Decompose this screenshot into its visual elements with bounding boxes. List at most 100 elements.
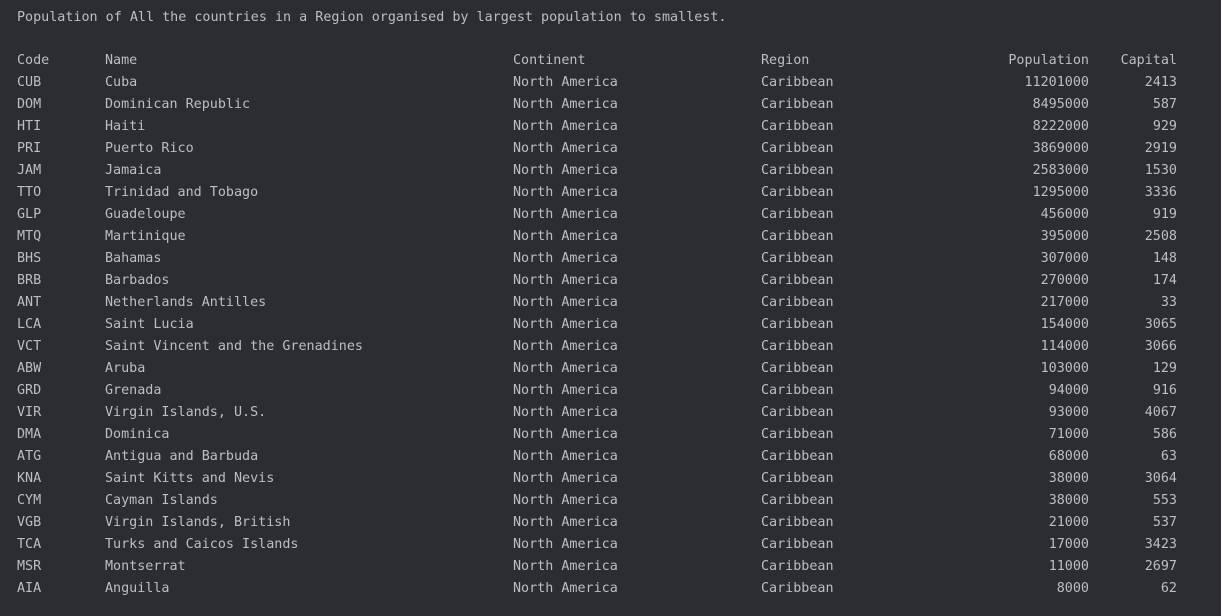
cell-capital: 586	[1152, 427, 1177, 442]
table-body: CUB Cuba North America Caribbean 11201000 241…	[0, 72, 1221, 600]
cell-code: PRI	[17, 141, 42, 156]
cell-name: Jamaica	[105, 163, 162, 178]
cell-name: Cuba	[105, 75, 138, 90]
cell-capital: 1530	[1144, 163, 1177, 178]
table-row: HTI Haiti North America Caribbean 8222000 929	[0, 116, 1221, 138]
cell-code: GRD	[17, 383, 42, 398]
cell-continent: North America	[513, 581, 618, 596]
cell-code: JAM	[17, 163, 42, 178]
cell-region: Caribbean	[761, 383, 834, 398]
cell-region: Caribbean	[761, 163, 834, 178]
cell-name: Haiti	[105, 119, 146, 134]
cell-continent: North America	[513, 163, 618, 178]
cell-population: 8222000	[1032, 119, 1089, 134]
cell-region: Caribbean	[761, 75, 834, 90]
cell-region: Caribbean	[761, 449, 834, 464]
cell-population: 3869000	[1032, 141, 1089, 156]
cell-population: 11000	[1048, 559, 1089, 574]
cell-capital: 3064	[1144, 471, 1177, 486]
cell-name: Saint Kitts and Nevis	[105, 471, 275, 486]
cell-continent: North America	[513, 75, 618, 90]
table-row: VIR Virgin Islands, U.S. North America Cari…	[0, 402, 1221, 424]
cell-name: Grenada	[105, 383, 162, 398]
cell-code: AIA	[17, 581, 42, 596]
cell-name: Anguilla	[105, 581, 170, 596]
table-row: KNA Saint Kitts and Nevis North America Car…	[0, 468, 1221, 490]
cell-code: TTO	[17, 185, 42, 200]
cell-capital: 587	[1152, 97, 1177, 112]
table-row: DMA Dominica North America Caribbean 71000 58…	[0, 424, 1221, 446]
cell-capital: 62	[1160, 581, 1177, 596]
cell-region: Caribbean	[761, 493, 834, 508]
cell-population: 38000	[1048, 471, 1089, 486]
cell-capital: 553	[1152, 493, 1177, 508]
table-row: CUB Cuba North America Caribbean 11201000 241…	[0, 72, 1221, 94]
table-row: BHS Bahamas North America Caribbean 307000 14…	[0, 248, 1221, 270]
table-row: PRI Puerto Rico North America Caribbean 3869…	[0, 138, 1221, 160]
cell-region: Caribbean	[761, 295, 834, 310]
cell-region: Caribbean	[761, 581, 834, 596]
cell-continent: North America	[513, 559, 618, 574]
cell-capital: 129	[1152, 361, 1177, 376]
cell-capital: 916	[1152, 383, 1177, 398]
cell-population: 8000	[1056, 581, 1089, 596]
table-header-row: Code Name Continent Region Population Ca…	[0, 50, 1221, 72]
cell-name: Antigua and Barbuda	[105, 449, 259, 464]
cell-code: BHS	[17, 251, 42, 266]
cell-code: TCA	[17, 537, 42, 552]
cell-continent: North America	[513, 207, 618, 222]
cell-population: 8495000	[1032, 97, 1089, 112]
header-name: Name	[105, 53, 138, 68]
header-continent: Continent	[513, 53, 586, 68]
cell-region: Caribbean	[761, 207, 834, 222]
cell-name: Netherlands Antilles	[105, 295, 267, 310]
cell-continent: North America	[513, 427, 618, 442]
cell-code: ABW	[17, 361, 42, 376]
cell-population: 68000	[1048, 449, 1089, 464]
cell-continent: North America	[513, 449, 618, 464]
cell-continent: North America	[513, 317, 618, 332]
table-row: VGB Virgin Islands, British North America C…	[0, 512, 1221, 534]
table-row: ATG Antigua and Barbuda North America Carib…	[0, 446, 1221, 468]
cell-region: Caribbean	[761, 559, 834, 574]
cell-code: ANT	[17, 295, 42, 310]
cell-region: Caribbean	[761, 427, 834, 442]
table-row: CYM Cayman Islands North America Caribbean 3…	[0, 490, 1221, 512]
cell-continent: North America	[513, 405, 618, 420]
cell-name: Martinique	[105, 229, 186, 244]
cell-name: Dominican Republic	[105, 97, 251, 112]
cell-population: 38000	[1048, 493, 1089, 508]
cell-code: BRB	[17, 273, 42, 288]
cell-continent: North America	[513, 119, 618, 134]
table-row: ABW Aruba North America Caribbean 103000 129	[0, 358, 1221, 380]
population-table: Code Name Continent Region Population Ca…	[0, 50, 1221, 600]
table-row: TCA Turks and Caicos Islands North America…	[0, 534, 1221, 556]
cell-name: Virgin Islands, British	[105, 515, 291, 530]
table-row: GLP Guadeloupe North America Caribbean 45600…	[0, 204, 1221, 226]
cell-capital: 3336	[1144, 185, 1177, 200]
cell-capital: 3066	[1144, 339, 1177, 354]
cell-capital: 2413	[1144, 75, 1177, 90]
cell-code: VGB	[17, 515, 42, 530]
cell-capital: 4067	[1144, 405, 1177, 420]
cell-continent: North America	[513, 515, 618, 530]
cell-code: CUB	[17, 75, 42, 90]
cell-population: 21000	[1048, 515, 1089, 530]
cell-region: Caribbean	[761, 339, 834, 354]
cell-capital: 33	[1160, 295, 1177, 310]
cell-population: 395000	[1040, 229, 1089, 244]
cell-continent: North America	[513, 273, 618, 288]
cell-capital: 537	[1152, 515, 1177, 530]
cell-region: Caribbean	[761, 119, 834, 134]
table-row: MSR Montserrat North America Caribbean 11000…	[0, 556, 1221, 578]
cell-name: Bahamas	[105, 251, 162, 266]
table-row: DOM Dominican Republic North America Caribb…	[0, 94, 1221, 116]
header-capital: Capital	[1120, 53, 1177, 68]
cell-region: Caribbean	[761, 97, 834, 112]
cell-population: 17000	[1048, 537, 1089, 552]
cell-region: Caribbean	[761, 471, 834, 486]
cell-name: Montserrat	[105, 559, 186, 574]
cell-capital: 2919	[1144, 141, 1177, 156]
cell-continent: North America	[513, 141, 618, 156]
cell-region: Caribbean	[761, 361, 834, 376]
